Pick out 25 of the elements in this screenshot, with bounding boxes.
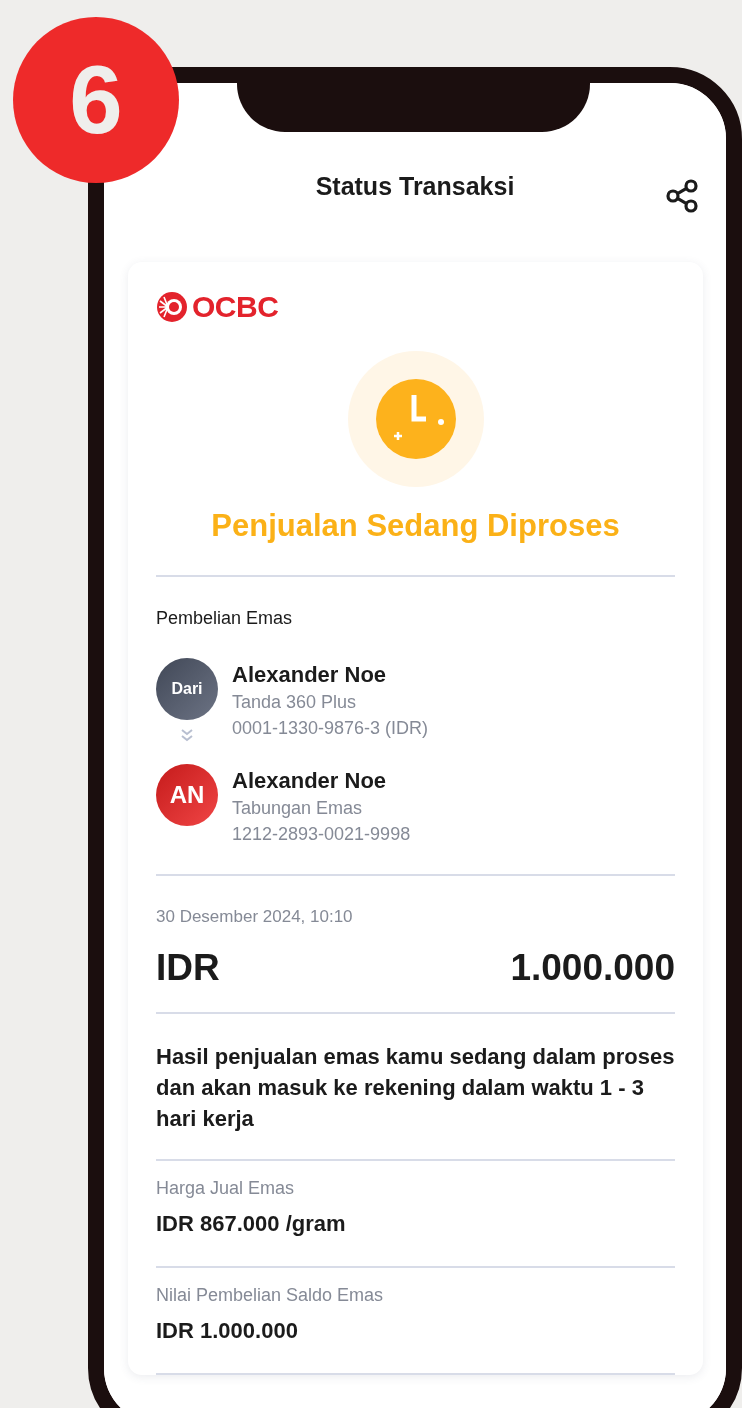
- step-number-badge: 6: [13, 17, 179, 183]
- processing-message: Hasil penjualan emas kamu sedang dalam proses dan akan masuk ke rekening dalam waktu 1 - 3 hari kerja: [156, 1043, 675, 1133]
- section-label: Pembelian Emas: [156, 607, 294, 630]
- detail-label: Harga Jual Emas: [156, 1177, 296, 1199]
- account-type: Tanda 360 Plus: [232, 691, 358, 714]
- account-type: Tabungan Emas: [232, 797, 364, 820]
- bank-logo-text: OCBC: [192, 290, 279, 324]
- detail-label: Nilai Pembelian Saldo Emas: [156, 1284, 385, 1306]
- account-number: 1212-2893-0021-9998: [232, 823, 411, 846]
- avatar: Dari: [156, 658, 218, 720]
- currency-label: IDR: [156, 946, 220, 990]
- double-chevron-down-icon: [180, 728, 194, 742]
- clock-icon: [375, 379, 456, 459]
- account-holder-name: Alexander Noe: [232, 767, 388, 795]
- account-number: 0001-1330-9876-3 (IDR): [232, 717, 429, 740]
- amount-value: 1.000.000: [510, 946, 675, 990]
- avatar: AN: [156, 764, 218, 826]
- transaction-datetime: 30 Desember 2024, 10:10: [156, 906, 354, 928]
- detail-value: IDR 867.000 /gram: [156, 1210, 347, 1238]
- status-heading: Penjualan Sedang Diproses: [210, 507, 621, 545]
- bank-logo-icon: [156, 291, 188, 323]
- account-holder-name: Alexander Noe: [232, 661, 388, 689]
- detail-value: IDR 1.000.000: [156, 1317, 299, 1345]
- screen-title: Status Transaksi: [315, 171, 515, 201]
- share-icon[interactable]: [664, 178, 700, 214]
